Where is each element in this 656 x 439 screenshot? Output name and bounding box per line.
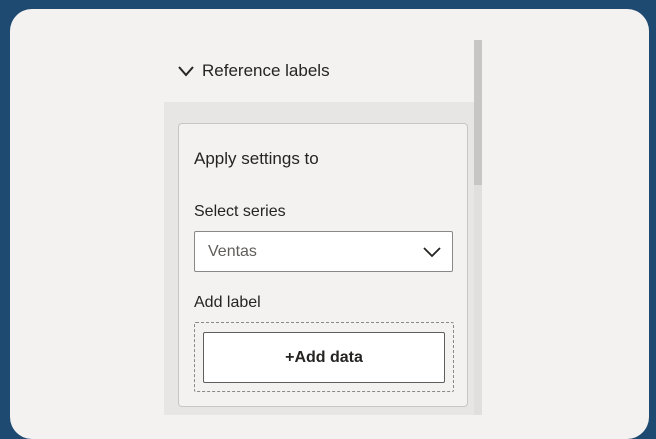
series-select-value: Ventas bbox=[208, 242, 257, 260]
series-select[interactable]: Ventas bbox=[194, 231, 453, 272]
add-label-dropzone[interactable]: +Add data bbox=[194, 322, 454, 392]
section-title: Reference labels bbox=[202, 61, 330, 80]
apply-settings-card: Apply settings to Select series Ventas A… bbox=[178, 123, 468, 407]
add-data-button[interactable]: +Add data bbox=[203, 332, 445, 383]
section-body: Apply settings to Select series Ventas A… bbox=[164, 102, 474, 415]
select-series-label: Select series bbox=[194, 203, 286, 220]
chevron-down-icon bbox=[421, 241, 443, 263]
scrollbar-thumb[interactable] bbox=[474, 40, 482, 185]
format-pane: Reference labels Apply settings to Selec… bbox=[164, 40, 482, 415]
vertical-scrollbar[interactable] bbox=[474, 40, 482, 415]
reference-labels-header[interactable]: Reference labels bbox=[164, 40, 474, 102]
apply-settings-title: Apply settings to bbox=[194, 149, 319, 168]
chevron-down-icon bbox=[176, 61, 196, 81]
add-label-label: Add label bbox=[194, 294, 261, 311]
